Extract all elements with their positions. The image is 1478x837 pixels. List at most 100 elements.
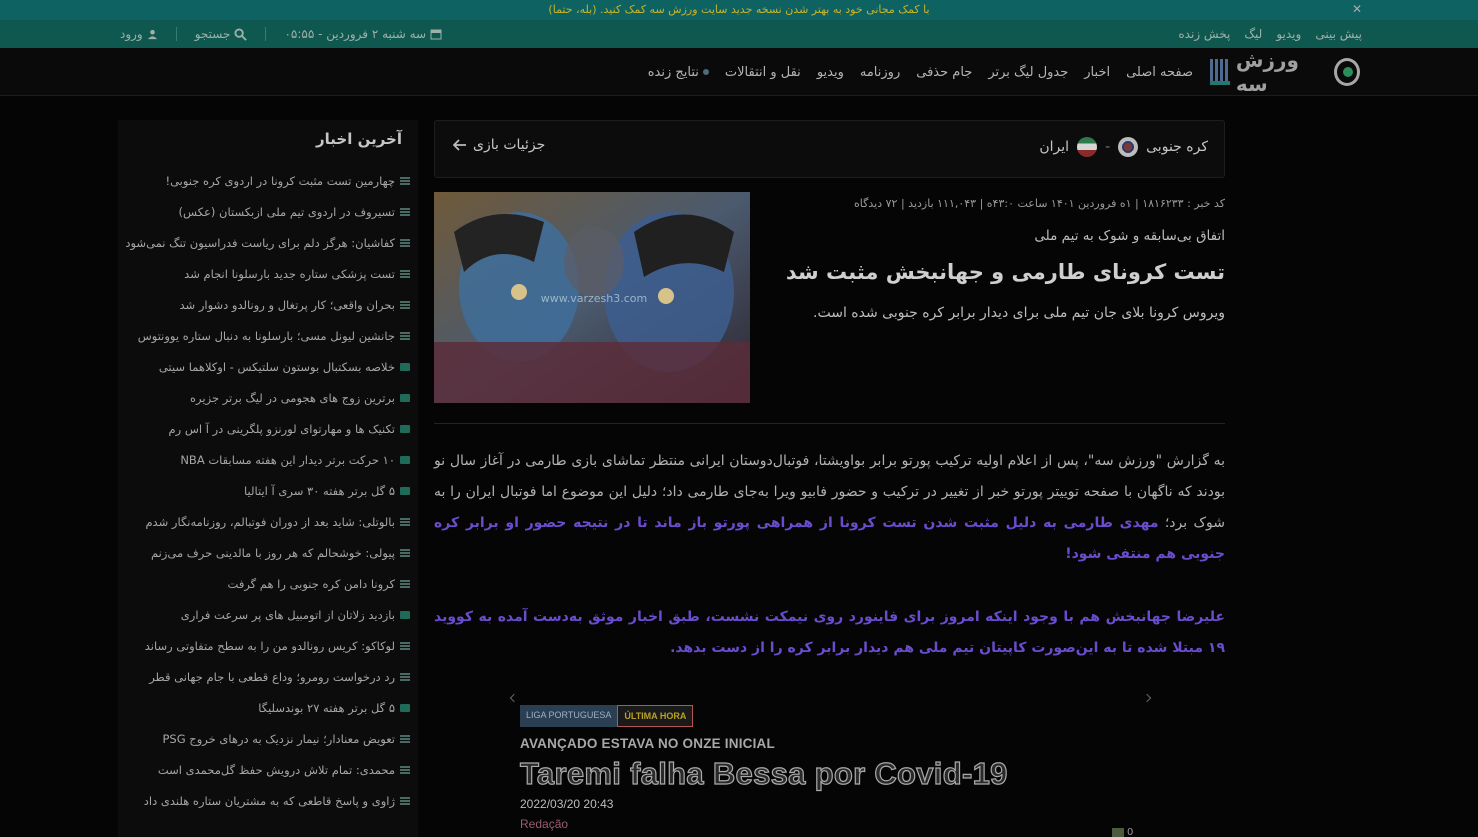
nav-item-live-label: نتایج زنده [647,64,699,80]
news-item-title: محمدی: تمام تلاش درویش حفظ گل‌محمدی است [157,762,395,777]
news-list-item[interactable]: کفاشیان: هرگز دلم برای ریاست فدراسیون تن… [118,227,410,258]
login-link[interactable]: ورود [120,27,158,41]
news-item-title: کرونا دامن کره جنوبی را هم گرفت [227,576,395,591]
news-icon [400,331,410,340]
news-list-item[interactable]: ۵ گل برتر هفته ۲۷ بوندسلیگا [118,692,410,723]
video-icon [400,486,410,495]
news-list-item[interactable]: ۵ گل برتر هفته ۳۰ سری آ ایتالیا [118,475,410,506]
image-watermark: www.varzesh3.com [541,292,647,305]
news-item-title: کفاشیان: هرگز دلم برای ریاست فدراسیون تن… [125,235,395,250]
comment-icon [1112,827,1124,837]
news-list: چهارمین تست مثبت کرونا در اردوی کره جنوب… [118,165,410,816]
paragraph-1-highlight: مهدی طارمی به دلیل مثبت شدن تست کرونا از… [434,515,1225,562]
news-list-item[interactable]: بالوتلی: شاید بعد از دوران فوتبالم، روزن… [118,506,410,537]
match-box: کره جنوبی - ایران جزئیات بازی [434,120,1225,178]
date-display: سه شنبه ۲ فروردین - ۰۵:۵۵ [284,27,442,41]
news-item-title: تکنیک ها و مهارتوای لورنزو پلگرینی در آ … [168,421,396,436]
date-text: سه شنبه ۲ فروردین - ۰۵:۵۵ [284,27,427,41]
article-lead: ویروس کرونا بلای جان تیم ملی برای دیدار … [813,305,1225,321]
away-team[interactable]: ایران [1039,139,1069,155]
corner-mark-icon [509,693,519,703]
login-label: ورود [120,27,143,41]
news-icon [400,207,410,216]
sidebar-title: آخرین اخبار [316,130,402,148]
search-label: جستجو [194,27,231,41]
comments-count[interactable]: 0 [1112,827,1133,837]
logo-emblem-icon [1334,58,1360,86]
news-list-item[interactable]: بحران واقعی؛ کار پرتغال و رونالدو دشوار … [118,289,410,320]
top-link-league[interactable]: لیگ [1244,27,1262,41]
embed-title[interactable]: Taremi falha Bessa por Covid-19 [519,755,1140,792]
news-item-title: پیولی: خوشحالم که هر روز با مالدینی حرف … [151,545,395,560]
close-icon[interactable]: ✕ [1350,2,1364,16]
top-link-video[interactable]: ویدیو [1276,27,1301,41]
news-list-item[interactable]: لوکاکو: کریس رونالدو من را به سطح متفاوت… [118,630,410,661]
embed-date: 2022/03/20 20:43 [520,797,614,811]
news-list-item[interactable]: تعویض معنادار؛ نیمار نزدیک به درهای خروج… [118,723,410,754]
nav-item-cup[interactable]: جام حذفی [916,65,972,80]
embed-subtitle: AVANÇADO ESTAVA NO ONZE INICIAL [520,736,775,751]
embed-author[interactable]: Redação [520,817,1140,831]
news-list-item[interactable]: تسیروف در اردوی تیم ملی ازبکستان (عکس) [118,196,410,227]
news-item-title: ۵ گل برتر هفته ۲۷ بوندسلیگا [258,700,395,715]
nav-item-video[interactable]: ویدیو [817,65,844,80]
paragraph-2-highlight: علیرضا جهانبخش هم با وجود اینکه امروز بر… [434,609,1225,656]
iran-flag-icon [1077,137,1098,157]
news-list-item[interactable]: برترین زوج های هجومی در لیگ برتر جزیره [118,382,410,413]
site-logo[interactable]: ورزش سه [1210,48,1360,96]
news-icon [400,300,410,309]
nav-item-newspaper[interactable]: روزنامه [860,65,900,80]
news-icon [400,517,410,526]
nav-item-live-results[interactable]: نتایج زنده [648,65,709,80]
video-icon [400,362,410,371]
article-image[interactable]: www.varzesh3.com [434,192,750,403]
article-meta: کد خبر : ۱۸۱۶۲۳۳ | ۱ه فروردین ۱۴۰۱ ساعت … [854,197,1225,210]
paragraph-2: علیرضا جهانبخش هم با وجود اینکه امروز بر… [434,602,1225,664]
news-list-item[interactable]: ۱۰ حرکت برتر دیدار این هفته مسابقات NBA [118,444,410,475]
notice-text[interactable]: با کمک مجانی خود به بهتر شدن نسخه جدید س… [548,3,929,16]
news-list-item[interactable]: پیولی: خوشحالم که هر روز با مالدینی حرف … [118,537,410,568]
top-link-live[interactable]: پخش زنده [1178,27,1230,41]
news-list-item[interactable]: محمدی: تمام تلاش درویش حفظ گل‌محمدی است [118,754,410,785]
news-item-title: لوکاکو: کریس رونالدو من را به سطح متفاوت… [144,638,395,653]
news-list-item[interactable]: کرونا دامن کره جنوبی را هم گرفت [118,568,410,599]
home-team[interactable]: کره جنوبی [1146,139,1208,155]
news-list-item[interactable]: چهارمین تست مثبت کرونا در اردوی کره جنوب… [118,165,410,196]
calendar-icon [430,29,442,40]
news-list-item[interactable]: تست پزشکی ستاره جدید بارسلونا انجام شد [118,258,410,289]
news-list-item[interactable]: خلاصه بسکتبال بوستون سلتیکس - اوکلاهما س… [118,351,410,382]
live-dot-icon [702,69,709,75]
news-list-item[interactable]: تکنیک ها و مهارتوای لورنزو پلگرینی در آ … [118,413,410,444]
nav-item-home[interactable]: صفحه اصلی [1126,65,1193,80]
nav-item-transfers[interactable]: نقل و انتقالات [725,65,801,80]
logo-text: ورزش سه [1235,48,1299,96]
news-item-title: بازدید زلاتان از اتومبیل های پر سرعت فرا… [180,607,395,622]
news-list-item[interactable]: جانشین لیونل مسی؛ بارسلونا به دنبال ستار… [118,320,410,351]
embedded-news-card[interactable]: LIGA PORTUGUESA ÚLTIMA HORA AVANÇADO EST… [519,705,1140,837]
news-item-title: چهارمین تست مثبت کرونا در اردوی کره جنوب… [165,173,395,188]
divider [175,27,177,41]
news-list-item[interactable]: بازدید زلاتان از اتومبیل های پر سرعت فرا… [118,599,410,630]
search-link[interactable]: جستجو [195,27,248,41]
news-icon [400,548,410,557]
article-headline: تست کرونای طارمی و جهانبخش مثبت شد [785,260,1225,284]
match-separator: - [1105,139,1111,155]
divider [265,27,267,41]
top-links: پیش بینی ویدیو لیگ پخش زنده [1178,20,1362,48]
paragraph-1: به گزارش "ورزش سه"، پس از اعلام اولیه تر… [434,446,1225,570]
news-item-title: جانشین لیونل مسی؛ بارسلونا به دنبال ستار… [137,328,395,343]
news-item-title: خلاصه بسکتبال بوستون سلتیکس - اوکلاهما س… [158,359,395,374]
news-item-title: تسیروف در اردوی تیم ملی ازبکستان (عکس) [178,204,395,219]
nav-item-league-table[interactable]: جدول لیگ برتر [988,65,1068,80]
news-icon [400,269,410,278]
news-icon [400,765,410,774]
tag-latest[interactable]: ÚLTIMA HORA [617,705,694,727]
news-list-item[interactable]: رد درخواست رومرو؛ وداع قطعی با جام جهانی… [118,661,410,692]
news-list-item[interactable]: ژاوی و پاسخ قاطعی که به مشتریان ستاره هل… [118,785,410,816]
nav-item-news[interactable]: اخبار [1084,65,1110,80]
top-link-predict[interactable]: پیش بینی [1315,27,1362,41]
match-details-link[interactable]: جزئیات بازی [453,137,545,153]
comments-value: 0 [1127,827,1134,837]
match-details-label: جزئیات بازی [473,137,546,153]
tag-league[interactable]: LIGA PORTUGUESA [520,705,618,727]
